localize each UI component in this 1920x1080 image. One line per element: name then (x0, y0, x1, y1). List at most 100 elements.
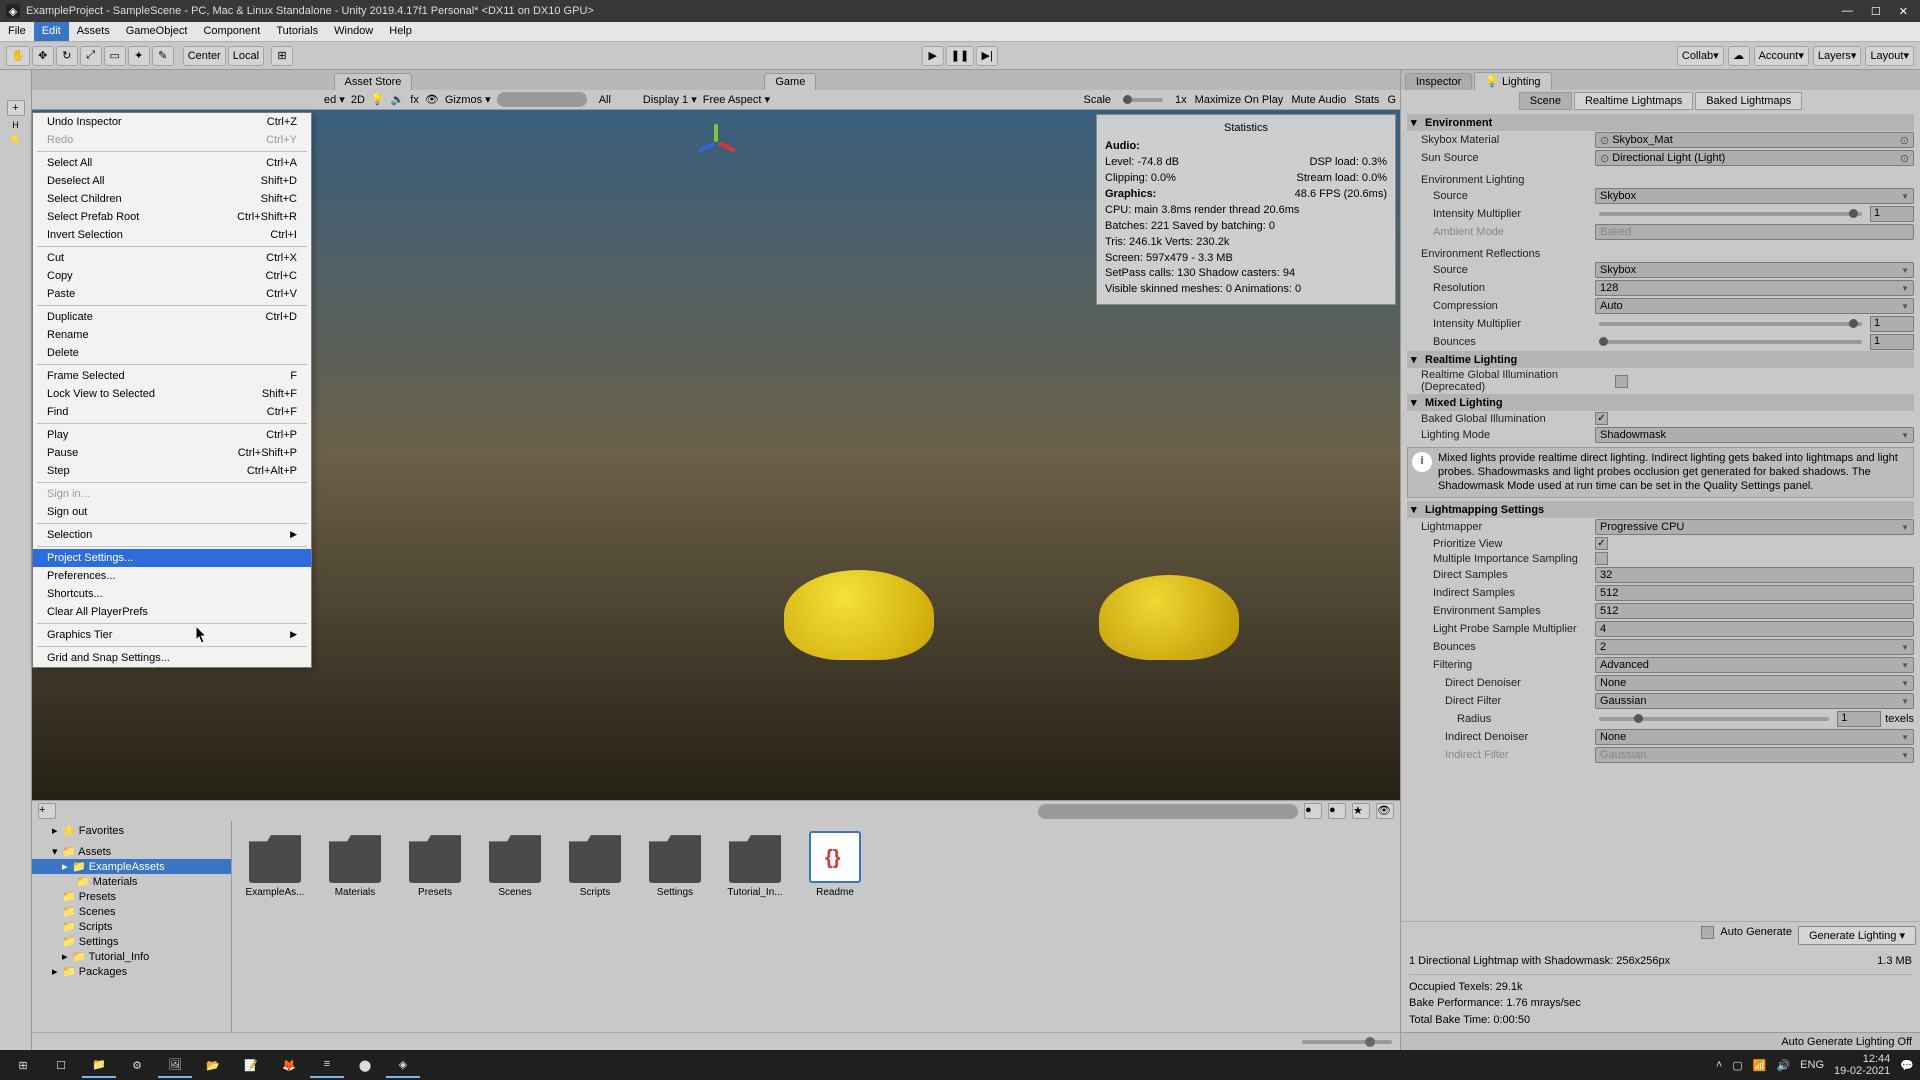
section-lightmapping[interactable]: ▾Lightmapping Settings (1407, 501, 1914, 518)
tree-packages[interactable]: ▸📁 Packages (32, 964, 231, 979)
collab-dropdown[interactable]: Collab ▾ (1677, 46, 1724, 66)
tray-language[interactable]: ENG (1800, 1059, 1824, 1071)
minimize-button[interactable]: — (1842, 5, 1853, 18)
pivot-center[interactable]: Center (183, 46, 226, 66)
filtering-dropdown[interactable]: Advanced (1595, 657, 1914, 673)
audio-icon[interactable]: 🔊 (391, 93, 405, 106)
asset-item[interactable]: Scripts (562, 831, 628, 898)
menu-invert-selection[interactable]: Invert SelectionCtrl+I (33, 226, 311, 244)
scale-tool[interactable]: ⤢ (80, 46, 102, 66)
menu-duplicate[interactable]: DuplicateCtrl+D (33, 308, 311, 326)
files-icon[interactable]: 📂 (196, 1052, 230, 1078)
menu-shortcuts[interactable]: Shortcuts... (33, 585, 311, 603)
radius-slider[interactable] (1599, 717, 1829, 721)
hidden-icon[interactable]: 👁 (425, 93, 439, 106)
skybox-material-field[interactable]: Skybox_Mat (1595, 132, 1914, 148)
radius-value[interactable]: 1 (1837, 711, 1881, 727)
gizmos-toggle[interactable]: Gizmos ▾ (445, 93, 491, 106)
subtab-scene[interactable]: Scene (1519, 92, 1572, 110)
shading-mode[interactable]: ed ▾ (324, 93, 345, 106)
lpm-field[interactable]: 4 (1595, 621, 1914, 637)
asset-item[interactable]: ExampleAs... (242, 831, 308, 898)
hand-tool[interactable]: ✋ (6, 46, 30, 66)
intensity-value[interactable]: 1 (1870, 206, 1914, 222)
direct-filter-dropdown[interactable]: Gaussian (1595, 693, 1914, 709)
play-button[interactable]: ▶ (922, 46, 944, 66)
menu-component[interactable]: Component (195, 22, 268, 41)
tray-notifications-icon[interactable]: 💬 (1900, 1059, 1914, 1072)
sun-source-field[interactable]: Directional Light (Light) (1595, 150, 1914, 166)
section-realtime-lighting[interactable]: ▾Realtime Lighting (1407, 351, 1914, 368)
gizmos-game[interactable]: G (1387, 94, 1396, 106)
realtime-gi-checkbox[interactable] (1615, 375, 1628, 388)
tree-settings[interactable]: 📁 Settings (32, 934, 231, 949)
auto-generate-checkbox[interactable] (1701, 926, 1714, 939)
menu-file[interactable]: File (0, 22, 34, 41)
tree-materials[interactable]: 📁 Materials (32, 874, 231, 889)
lightmapper-dropdown[interactable]: Progressive CPU (1595, 519, 1914, 535)
asset-item[interactable]: Settings (642, 831, 708, 898)
step-button[interactable]: ▶| (976, 46, 998, 66)
tab-asset-store[interactable]: Asset Store (334, 73, 413, 90)
bounces-dropdown[interactable]: 2 (1595, 639, 1914, 655)
display-dropdown[interactable]: Display 1 ▾ (643, 93, 697, 106)
menu-select-all[interactable]: Select AllCtrl+A (33, 154, 311, 172)
intensity-slider[interactable] (1599, 212, 1862, 216)
baked-gi-checkbox[interactable]: ✓ (1595, 412, 1608, 425)
tree-exampleassets[interactable]: ▸📁 ExampleAssets (32, 859, 231, 874)
start-button[interactable]: ⊞ (6, 1052, 40, 1078)
light-source-dropdown[interactable]: Skybox (1595, 188, 1914, 204)
subtab-realtime-lightmaps[interactable]: Realtime Lightmaps (1574, 92, 1693, 110)
mis-checkbox[interactable] (1595, 552, 1608, 565)
menu-cut[interactable]: CutCtrl+X (33, 249, 311, 267)
rect-tool[interactable]: ▭ (104, 46, 126, 66)
asset-item[interactable]: Readme (802, 831, 868, 898)
tree-assets[interactable]: ▾📁 Assets (32, 844, 231, 859)
tab-game[interactable]: Game (764, 73, 816, 90)
env-samples-field[interactable]: 512 (1595, 603, 1914, 619)
menu-clear-playerprefs[interactable]: Clear All PlayerPrefs (33, 603, 311, 621)
firefox-icon[interactable]: 🦊 (272, 1052, 306, 1078)
custom-tool[interactable]: ✎ (152, 46, 174, 66)
resolution-dropdown[interactable]: 128 (1595, 280, 1914, 296)
tree-tutorial[interactable]: ▸📁 Tutorial_Info (32, 949, 231, 964)
subtab-baked-lightmaps[interactable]: Baked Lightmaps (1695, 92, 1802, 110)
indirect-filter-dropdown[interactable]: Gaussian (1595, 747, 1914, 763)
maximize-button[interactable]: ☐ (1871, 5, 1881, 18)
tree-scripts[interactable]: 📁 Scripts (32, 919, 231, 934)
tray-chevron-icon[interactable]: ˄ (1716, 1059, 1722, 1071)
menu-selection[interactable]: Selection▶ (33, 526, 311, 544)
pause-button[interactable]: ❚❚ (946, 46, 974, 66)
direct-samples-field[interactable]: 32 (1595, 567, 1914, 583)
tab-lighting[interactable]: 💡 Lighting (1474, 72, 1551, 90)
scene-search[interactable] (497, 92, 587, 107)
layers-dropdown[interactable]: Layers ▾ (1813, 46, 1862, 66)
section-environment[interactable]: ▾Environment (1407, 114, 1914, 131)
menu-copy[interactable]: CopyCtrl+C (33, 267, 311, 285)
menu-deselect-all[interactable]: Deselect AllShift+D (33, 172, 311, 190)
asset-item[interactable]: Tutorial_In... (722, 831, 788, 898)
menu-delete[interactable]: Delete (33, 344, 311, 362)
stats-toggle[interactable]: Stats (1354, 94, 1379, 106)
close-button[interactable]: ✕ (1899, 5, 1908, 18)
notes-icon[interactable]: 📝 (234, 1052, 268, 1078)
menu-frame-selected[interactable]: Frame SelectedF (33, 367, 311, 385)
vscode-icon[interactable]: ≡ (310, 1052, 344, 1078)
menu-assets[interactable]: Assets (69, 22, 118, 41)
tab-inspector[interactable]: Inspector (1405, 73, 1472, 90)
rotate-tool[interactable]: ↻ (56, 46, 78, 66)
tray-wifi-icon[interactable]: 📶 (1753, 1059, 1767, 1072)
ref-intensity-value[interactable]: 1 (1870, 316, 1914, 332)
project-filter-1[interactable]: ● (1304, 803, 1322, 819)
menu-sign-out[interactable]: Sign out (33, 503, 311, 521)
asset-item[interactable]: Scenes (482, 831, 548, 898)
lighting-mode-dropdown[interactable]: Shadowmask (1595, 427, 1914, 443)
menu-lock-view[interactable]: Lock View to SelectedShift+F (33, 385, 311, 403)
settings-icon[interactable]: ⚙ (120, 1052, 154, 1078)
layout-dropdown[interactable]: Layout ▾ (1865, 46, 1914, 66)
menu-rename[interactable]: Rename (33, 326, 311, 344)
tray-volume-icon[interactable]: 🔊 (1776, 1059, 1790, 1072)
snap-toggle[interactable]: ⊞ (271, 46, 293, 66)
task-view-icon[interactable]: ☐ (44, 1052, 78, 1078)
menu-step[interactable]: StepCtrl+Alt+P (33, 462, 311, 480)
